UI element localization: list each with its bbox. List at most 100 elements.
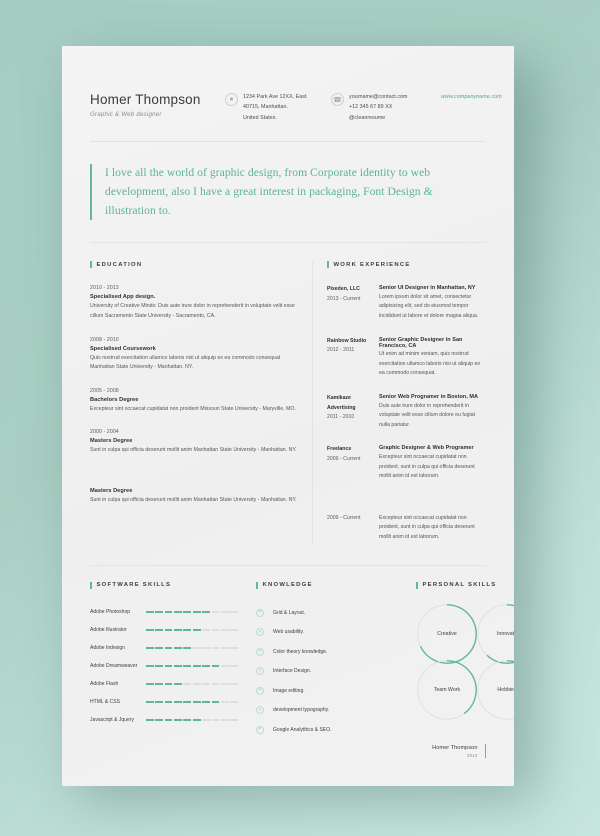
bottom-columns: Software Skills Adobe Photoshop Adobe Ill…	[62, 566, 514, 734]
skill-segment	[192, 610, 201, 613]
work-meta: Rainbow Studio 2012 - 2011	[327, 337, 379, 379]
work-role: Senior Graphic Designer in San Francisco…	[379, 336, 463, 349]
email-text[interactable]: yourname@contact.com	[349, 92, 408, 102]
work-desc: Lorem ipsum dolor sit amet, consectetur …	[379, 293, 479, 320]
skill-segment	[174, 610, 182, 613]
skill-segment	[230, 718, 238, 721]
skill-segment	[220, 700, 229, 703]
knowledge-item: ✓ Web usability.	[256, 628, 398, 637]
skill-segment	[230, 664, 238, 667]
entry-desc: Quis nostrud exercitation ullamco labori…	[90, 354, 281, 371]
knowledge-item: ✓ Google Analythics & SEO.	[256, 725, 398, 734]
work-heading: Work Experience	[327, 261, 486, 269]
intro-quote-block: I love all the world of graphic design, …	[62, 142, 514, 221]
personal-skill-donut: Creative	[416, 603, 478, 665]
address-lines: 1234 Park Ave 12XX, East 40715, Manhatta…	[243, 92, 307, 123]
personal-skills-heading: Personal Skills	[416, 581, 514, 589]
entry-title: Masters Degree	[90, 438, 133, 445]
knowledge-item: ✓ Image editing.	[256, 686, 398, 695]
work-entry: Pixeden, LLC 2013 - Current Senior UI De…	[327, 285, 486, 321]
skill-segment	[155, 700, 164, 703]
work-title: Work Experience	[333, 261, 411, 268]
work-entry: Freelance 2009 - Current Graphic Designe…	[327, 445, 486, 481]
work-meta: Pixeden, LLC 2013 - Current	[327, 285, 379, 321]
skill-segment	[220, 718, 229, 721]
work-role: Graphic Designer & Web Programer	[379, 445, 474, 452]
resume-header: Homer Thompson Graphic & Web designer ● …	[62, 46, 514, 123]
skill-label: Adobe Indesign	[90, 644, 126, 651]
skill-segment	[211, 700, 220, 703]
skill-row: Javascript & Jquery	[90, 717, 238, 723]
skill-segment	[220, 664, 229, 667]
skill-segment	[164, 664, 173, 667]
knowledge-label: Web usability.	[273, 629, 304, 636]
footer-name: Homer Thompson	[432, 744, 478, 751]
skill-segment	[230, 700, 238, 703]
knowledge-list: ✓ Grid & Layout. ✓ Web usability. ✓ Color the…	[256, 608, 398, 734]
work-body: Excepteur sint occaecat cupidatat non pr…	[379, 514, 486, 543]
work-body: Senior UI Designer in Manhattan, NY Lore…	[379, 285, 486, 321]
page-title: Homer Thompson	[90, 92, 201, 107]
work-column: Work Experience Pixeden, LLC 2013 - Curr…	[327, 261, 486, 542]
skill-segment	[211, 628, 220, 631]
knowledge-title: Knowledge	[262, 582, 313, 589]
skill-segment	[155, 682, 164, 685]
work-entry: Rainbow Studio 2012 - 2011 Senior Graphi…	[327, 337, 486, 379]
resume-page: Homer Thompson Graphic & Web designer ● …	[62, 46, 514, 786]
job-role: Graphic & Web designer	[90, 111, 162, 118]
contact-block: ☎ yourname@contact.com +12 345 67 89 XX …	[331, 92, 441, 123]
skill-level-bar	[146, 682, 238, 685]
skill-segment	[183, 646, 192, 649]
skill-segment	[211, 646, 220, 649]
skill-segment	[230, 610, 238, 613]
personal-skill-donut: Team Work	[416, 659, 478, 721]
skill-segment	[146, 610, 154, 613]
skill-segment	[183, 718, 192, 721]
skill-segment	[155, 718, 164, 721]
work-desc: Excepteur sint occaecat cupidatat non pr…	[379, 453, 475, 480]
work-meta: Freelance 2009 - Current	[327, 445, 379, 481]
entry-desc: Sunt in culpa qui officia deserunt molli…	[90, 447, 297, 454]
education-entry: 2008 - 2010 Specialised Coursework Quis …	[90, 337, 298, 373]
work-company: Kamikaze Advertising	[327, 395, 356, 411]
donut-label: Hobbies	[497, 686, 514, 693]
entry-desc: University of Creative Minds: Duis aute …	[90, 303, 295, 319]
skill-segment	[211, 718, 220, 721]
knowledge-item: ✓ Interface Design.	[256, 667, 398, 676]
skill-segment	[146, 682, 154, 685]
skill-row: Adobe Indesign	[90, 645, 238, 651]
work-entry: Kamikaze Advertising 2011 - 2010 Senior …	[327, 394, 486, 430]
skill-segment	[211, 682, 220, 685]
skill-segment	[164, 682, 173, 685]
skill-label: HTML & CSS	[90, 698, 121, 705]
skill-segment	[230, 628, 238, 631]
phone-text: +12 345 67 89 XX	[349, 104, 393, 111]
knowledge-label: Color theory knowledge.	[273, 648, 328, 655]
website-link[interactable]: www.companyname.com	[441, 92, 502, 100]
skill-label: Adobe Dreamweaver	[90, 662, 138, 669]
education-entry: 2005 - 2008 Bachelors Degree Excepteur s…	[90, 388, 298, 415]
skill-segment	[202, 664, 210, 667]
work-company: Rainbow Studio	[327, 337, 367, 344]
donut-label: Creative	[437, 630, 457, 637]
check-circle-icon: ✓	[256, 667, 264, 676]
knowledge-column: Knowledge ✓ Grid & Layout. ✓ Web usability.…	[256, 581, 398, 734]
quote-accent-bar	[90, 163, 92, 221]
skill-segment	[183, 628, 192, 631]
skill-level-bar	[146, 610, 238, 613]
skill-segment	[174, 718, 182, 721]
work-body: Senior Web Programer in Boston, MA Duis …	[379, 394, 486, 430]
donut-label: Innovate	[496, 630, 514, 637]
skill-segment	[174, 682, 182, 685]
work-period: 2013 - Current	[327, 295, 361, 302]
work-company: Freelance	[327, 446, 352, 453]
donut-label: Team Work	[433, 686, 461, 693]
skill-label: Adobe Illustrator	[90, 626, 127, 633]
identity-block: Homer Thompson Graphic & Web designer	[90, 92, 225, 118]
location-pin-icon: ●	[225, 93, 238, 106]
personal-skills-column: Personal Skills Creative Innovate Team Wor…	[416, 581, 514, 734]
entry-date: 2000 - 2004	[90, 429, 119, 436]
work-role: Senior UI Designer in Manhattan, NY	[379, 285, 476, 292]
work-entry: 2009 - Current Excepteur sint occaecat c…	[327, 514, 486, 543]
education-heading: Education	[90, 261, 298, 269]
